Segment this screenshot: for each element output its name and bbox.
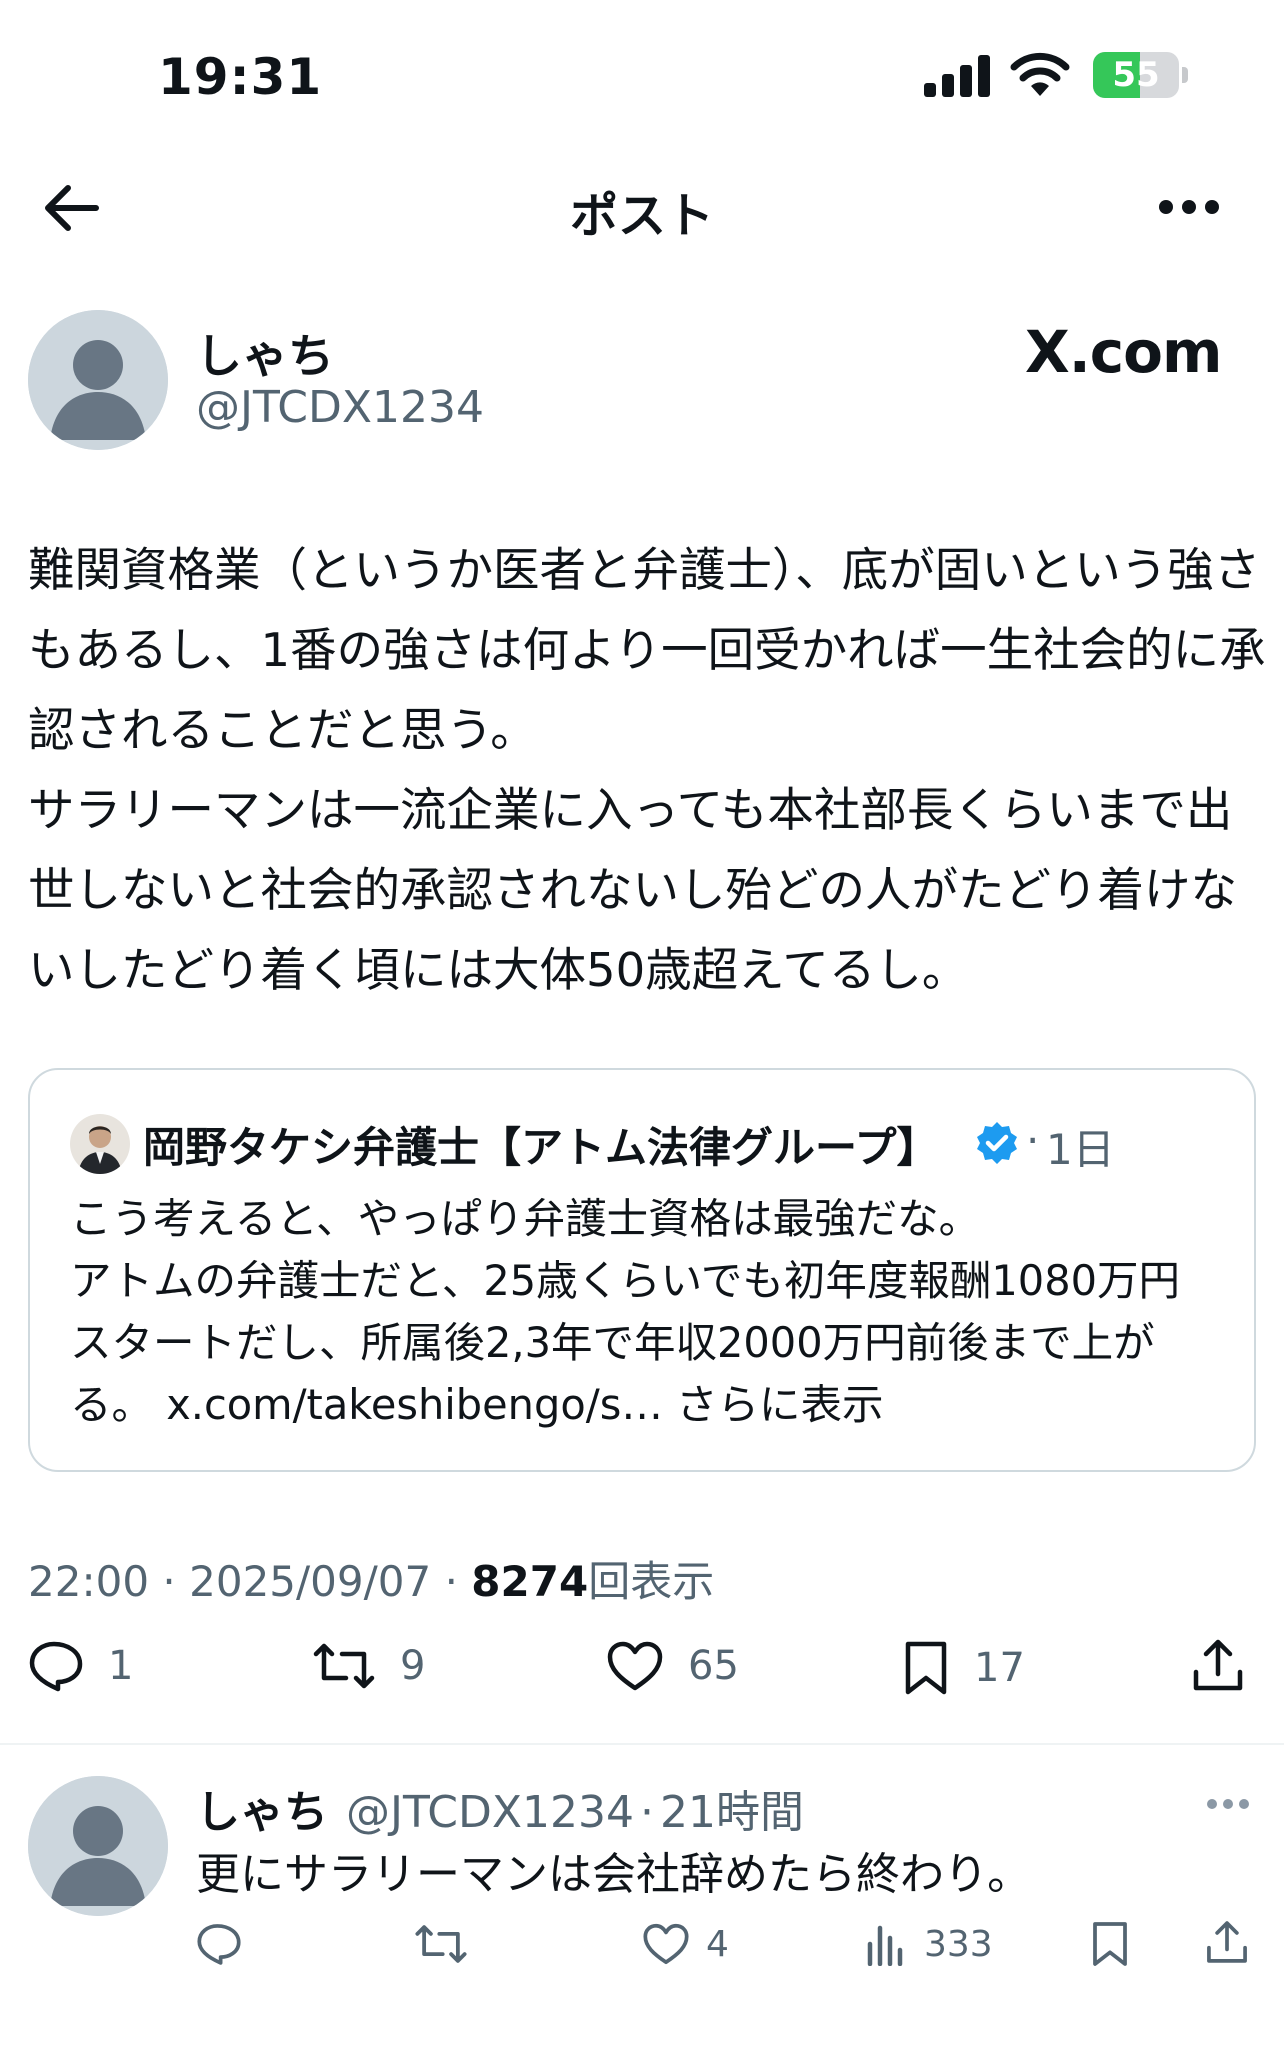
status-bar: 19:31 55 xyxy=(0,0,1284,150)
reply-more-icon[interactable] xyxy=(1206,1796,1250,1812)
quoted-separator: · xyxy=(1026,1116,1040,1165)
reply-text: 更にサラリーマンは会社辞めたら終わり。 xyxy=(196,1849,1032,1900)
divider xyxy=(0,1743,1284,1745)
meta-separator: · xyxy=(162,1557,176,1606)
meta-separator: · xyxy=(444,1557,458,1606)
reply-author-handle[interactable]: @JTCDX1234 xyxy=(346,1787,634,1838)
battery-percent: 55 xyxy=(1112,55,1160,95)
reply-separator: · xyxy=(640,1787,654,1838)
reply-bookmark-button[interactable] xyxy=(1090,1920,1130,1968)
quoted-author-avatar[interactable] xyxy=(70,1114,130,1174)
reply-button[interactable]: 1 xyxy=(28,1640,133,1692)
status-time: 19:31 xyxy=(158,48,323,106)
quoted-text-body: こう考えると、やっぱり弁護士資格は最強だな。 アトムの弁護士だと、25歳くらいで… xyxy=(70,1194,1181,1429)
author-name[interactable]: しゃち xyxy=(196,320,334,386)
more-horizontal-icon[interactable] xyxy=(1158,192,1220,222)
reply-author-avatar[interactable] xyxy=(28,1776,168,1916)
wifi-icon xyxy=(1010,52,1070,96)
bookmark-count: 17 xyxy=(974,1645,1025,1691)
reply-age: 21時間 xyxy=(660,1787,804,1838)
quoted-author-name[interactable]: 岡野タケシ弁護士【アトム法律グループ】 xyxy=(143,1114,938,1175)
repost-button[interactable]: 9 xyxy=(312,1640,425,1692)
repost-count: 9 xyxy=(400,1643,426,1689)
battery-indicator: 55 xyxy=(1093,52,1189,98)
bookmark-button[interactable]: 17 xyxy=(902,1640,1025,1696)
post-meta: 22:00 · 2025/09/07 · 8274回表示 xyxy=(28,1548,714,1609)
views-chart-icon xyxy=(867,1925,903,1966)
views-label: 回表示 xyxy=(588,1557,715,1606)
reply-views-count: 333 xyxy=(924,1923,993,1965)
repost-icon xyxy=(313,1643,375,1689)
nav-header: ポスト xyxy=(0,150,1284,265)
like-button[interactable]: 65 xyxy=(606,1640,739,1692)
share-button[interactable] xyxy=(1190,1636,1246,1694)
default-avatar-icon xyxy=(28,310,168,450)
reply-share-button[interactable] xyxy=(1204,1918,1250,1966)
repost-icon xyxy=(415,1925,467,1963)
page-title: ポスト xyxy=(569,188,714,244)
default-avatar-icon xyxy=(28,1776,168,1916)
verified-badge-icon xyxy=(977,1122,1017,1164)
reply-icon xyxy=(197,1924,241,1965)
reply-like-count: 4 xyxy=(706,1923,729,1965)
reply-header: しゃち @JTCDX1234 · 21時間 xyxy=(196,1776,804,1840)
reply-views-button[interactable]: 333 xyxy=(866,1922,993,1966)
views-count: 8274 xyxy=(471,1557,589,1606)
xcom-watermark: X.com xyxy=(1025,318,1222,386)
reply-icon xyxy=(29,1641,83,1692)
show-more-link[interactable]: さらに表示 xyxy=(676,1380,884,1429)
reply-author-name[interactable]: しゃち xyxy=(196,1787,328,1838)
bookmark-icon xyxy=(905,1641,947,1695)
post-date[interactable]: 2025/09/07 xyxy=(189,1557,431,1606)
quoted-post-text: こう考えると、やっぱり弁護士資格は最強だな。 アトムの弁護士だと、25歳くらいで… xyxy=(70,1188,1220,1436)
heart-icon xyxy=(607,1641,663,1691)
heart-icon xyxy=(643,1923,689,1965)
quoted-post-age: 1日 xyxy=(1046,1125,1115,1174)
like-count: 65 xyxy=(688,1643,739,1689)
author-handle[interactable]: @JTCDX1234 xyxy=(196,382,484,433)
share-icon xyxy=(1207,1921,1247,1963)
quoted-post[interactable]: 岡野タケシ弁護士【アトム法律グループ】 · 1日 こう考えると、やっぱり弁護士資… xyxy=(28,1068,1256,1472)
reply-repost-button[interactable] xyxy=(414,1922,468,1966)
author-avatar[interactable] xyxy=(28,310,168,450)
reply-like-button[interactable]: 4 xyxy=(642,1922,729,1966)
post-time: 22:00 xyxy=(28,1557,150,1606)
bookmark-icon xyxy=(1093,1922,1127,1966)
reply-reply-button[interactable] xyxy=(196,1922,242,1966)
cellular-signal-icon xyxy=(924,55,990,97)
share-icon xyxy=(1193,1639,1243,1691)
post-text: 難関資格業（というか医者と弁護士）、底が固いという強さもあるし、1番の強さは何よ… xyxy=(28,543,1266,997)
reply-count: 1 xyxy=(108,1643,134,1689)
